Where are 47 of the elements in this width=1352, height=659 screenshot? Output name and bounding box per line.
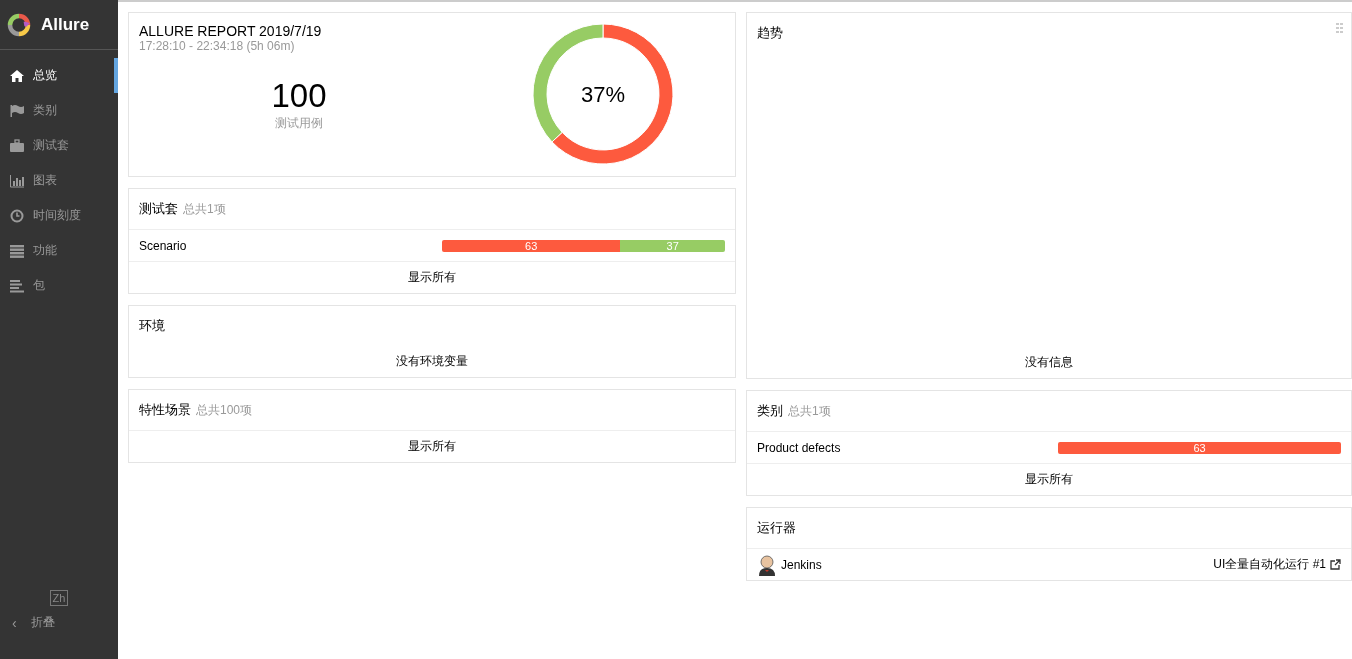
brand-name: Allure <box>41 14 90 35</box>
executor-name: Jenkins <box>781 557 823 572</box>
total-count: 总共100项 <box>196 401 253 419</box>
drag-handle-icon[interactable] <box>1336 23 1343 33</box>
build-link[interactable]: UI全量自动化运行 #1 <box>1213 556 1341 573</box>
clock-icon <box>10 208 24 223</box>
category-name[interactable]: Product defects <box>757 440 1058 455</box>
external-link-icon <box>1330 559 1341 570</box>
lines-icon <box>10 278 24 293</box>
report-time: 17:28:10 - 22:34:18 (5h 06m) <box>139 39 296 53</box>
empty-message: 没有环境变量 <box>396 353 468 370</box>
nav-item[interactable]: 包 <box>0 268 118 303</box>
failed-segment: 63 <box>442 239 621 252</box>
flag-icon <box>10 103 24 118</box>
nav-item[interactable]: 总览 <box>0 58 118 93</box>
card-title: 环境 <box>139 317 165 335</box>
success-rate: 37% <box>581 81 625 108</box>
test-count-label: 测试用例 <box>275 115 323 132</box>
bar-chart-icon <box>10 173 24 188</box>
card-title: 测试套 <box>139 200 178 218</box>
test-count: 100 <box>271 77 327 115</box>
briefcase-icon <box>10 138 24 153</box>
collapse-button[interactable]: ‹ 折叠 <box>0 614 118 631</box>
nav-item[interactable]: 时间刻度 <box>0 198 118 233</box>
total-count: 总共1项 <box>788 402 831 420</box>
show-all-link[interactable]: 显示所有 <box>408 269 456 286</box>
total-count: 总共1项 <box>183 200 226 218</box>
avatar-icon <box>757 553 777 576</box>
list-icon <box>10 243 24 258</box>
failed-segment: 63 <box>1058 441 1341 454</box>
report-title: ALLURE REPORT 2019/7/19 <box>139 23 323 39</box>
card-title: 趋势 <box>757 24 783 42</box>
passed-segment: 37 <box>620 239 725 252</box>
empty-message: 没有信息 <box>1025 354 1073 371</box>
nav-item[interactable]: 图表 <box>0 163 118 198</box>
suite-name[interactable]: Scenario <box>139 238 442 253</box>
nav-item[interactable]: 功能 <box>0 233 118 268</box>
home-icon <box>10 68 24 83</box>
show-all-link[interactable]: 显示所有 <box>1025 471 1073 488</box>
card-title: 特性场景 <box>139 401 191 419</box>
card-title: 运行器 <box>757 519 796 537</box>
language-button[interactable]: Zh <box>49 590 69 606</box>
nav-item[interactable]: 测试套 <box>0 128 118 163</box>
show-all-link[interactable]: 显示所有 <box>408 438 456 455</box>
nav-item[interactable]: 类别 <box>0 93 118 128</box>
card-title: 类别 <box>757 402 783 420</box>
logo-icon <box>7 12 31 37</box>
